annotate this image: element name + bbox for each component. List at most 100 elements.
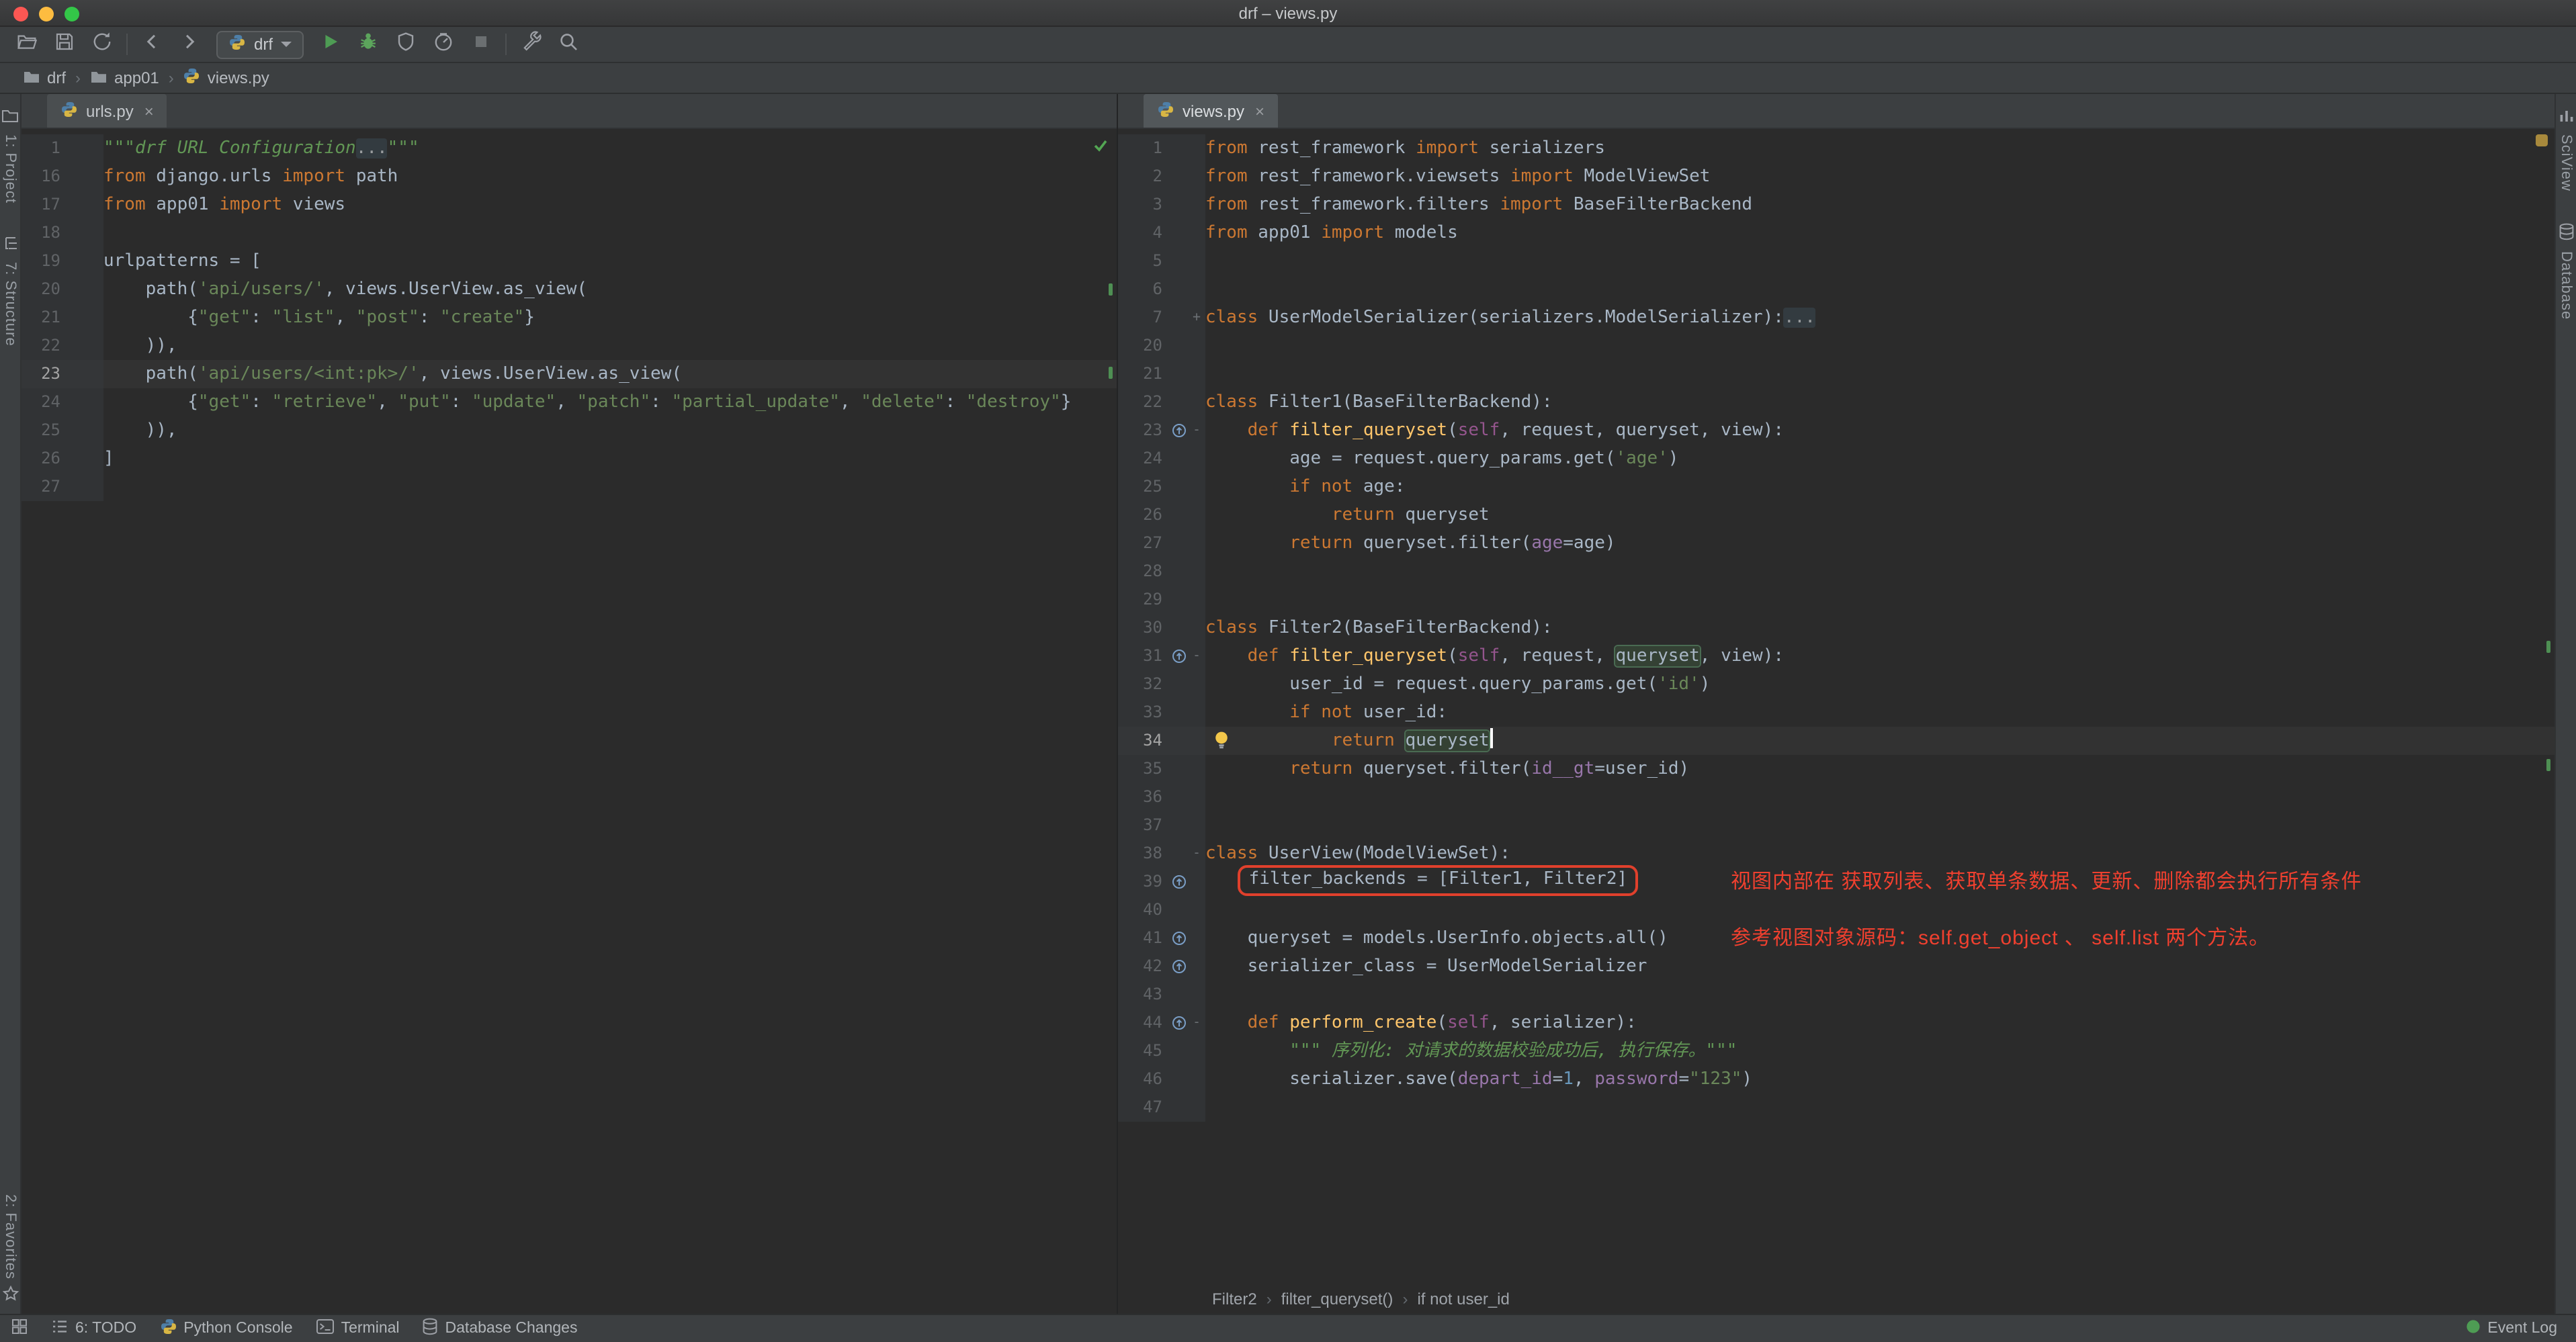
code-line[interactable]: 27 return queryset.filter(age=age)	[1118, 529, 2554, 557]
fold-icon[interactable]: -	[1188, 416, 1205, 445]
line-number[interactable]: 25	[22, 416, 67, 445]
minimize-window-button[interactable]	[39, 6, 54, 21]
close-window-button[interactable]	[13, 6, 28, 21]
code-line[interactable]: 44- def perform_create(self, serializer)…	[1118, 1009, 2554, 1037]
line-number[interactable]: 24	[1118, 445, 1169, 473]
line-number[interactable]: 27	[1118, 529, 1169, 557]
search-button[interactable]	[552, 28, 585, 60]
line-number[interactable]: 39	[1118, 868, 1169, 896]
line-number[interactable]: 32	[1118, 670, 1169, 699]
profiler-button[interactable]	[427, 28, 460, 60]
line-number[interactable]: 22	[22, 332, 67, 360]
code-line[interactable]: 25 if not age:	[1118, 473, 2554, 501]
line-number[interactable]: 34	[1118, 727, 1169, 755]
breadcrumb-item-drf[interactable]: drf	[19, 68, 70, 88]
code-editor-urls[interactable]: 1"""drf URL Configuration..."""16from dj…	[22, 129, 1117, 1314]
line-number[interactable]: 46	[1118, 1065, 1169, 1093]
code-line[interactable]: 7+class UserModelSerializer(serializers.…	[1118, 304, 2554, 332]
code-line[interactable]: 43	[1118, 981, 2554, 1009]
code-line[interactable]: 21 {"get": "list", "post": "create"}	[22, 304, 1117, 332]
code-line[interactable]: 31- def filter_queryset(self, request, q…	[1118, 642, 2554, 670]
settings-button[interactable]	[515, 28, 547, 60]
line-number[interactable]: 20	[22, 275, 67, 304]
close-icon[interactable]: ×	[144, 101, 154, 120]
run-button[interactable]	[314, 28, 347, 60]
save-button[interactable]	[48, 28, 81, 60]
status-item-database-changes[interactable]: Database Changes	[423, 1318, 578, 1339]
tab-views-py[interactable]: views.py ×	[1144, 94, 1278, 128]
code-line[interactable]: 38-class UserView(ModelViewSet):	[1118, 840, 2554, 868]
zoom-window-button[interactable]	[65, 6, 79, 21]
line-number[interactable]: 41	[1118, 924, 1169, 952]
status-item-todo[interactable]: 6: TODO	[51, 1318, 136, 1339]
coverage-button[interactable]	[390, 28, 422, 60]
line-number[interactable]: 22	[1118, 388, 1169, 416]
code-line[interactable]: 41 queryset = models.UserInfo.objects.al…	[1118, 924, 2554, 952]
code-line[interactable]: 3from rest_framework.filters import Base…	[1118, 191, 2554, 219]
code-line[interactable]: 26 return queryset	[1118, 501, 2554, 529]
close-icon[interactable]: ×	[1255, 101, 1264, 120]
line-number[interactable]: 21	[1118, 360, 1169, 388]
code-line[interactable]: 17from app01 import views	[22, 191, 1117, 219]
tool-window-switcher[interactable]	[11, 1318, 28, 1339]
status-item-terminal[interactable]: Terminal	[316, 1318, 400, 1339]
breadcrumb-item-views-py[interactable]: views.py	[179, 67, 273, 89]
tool-button-favorites[interactable]: 2: Favorites	[2, 1194, 18, 1306]
code-editor-views[interactable]: 1from rest_framework import serializers2…	[1118, 129, 2554, 1284]
code-line[interactable]: 46 serializer.save(depart_id=1, password…	[1118, 1065, 2554, 1093]
line-number[interactable]: 30	[1118, 614, 1169, 642]
code-line[interactable]: 1"""drf URL Configuration..."""	[22, 134, 1117, 163]
line-number[interactable]: 1	[22, 134, 67, 163]
code-line[interactable]: 39 filter_backends = [Filter1, Filter2]视…	[1118, 868, 2554, 896]
sync-button[interactable]	[86, 28, 118, 60]
back-button[interactable]	[136, 28, 168, 60]
code-line[interactable]: 23 path('api/users/<int:pk>/', views.Use…	[22, 360, 1117, 388]
code-line[interactable]: 35 return queryset.filter(id__gt=user_id…	[1118, 755, 2554, 783]
line-number[interactable]: 44	[1118, 1009, 1169, 1037]
tool-button-database[interactable]: Database	[2558, 224, 2574, 320]
line-number[interactable]: 42	[1118, 952, 1169, 981]
code-line[interactable]: 25 )),	[22, 416, 1117, 445]
status-item-python-console[interactable]: Python Console	[159, 1318, 292, 1339]
line-number[interactable]: 31	[1118, 642, 1169, 670]
forward-button[interactable]	[173, 28, 206, 60]
code-line[interactable]: 5	[1118, 247, 2554, 275]
line-number[interactable]: 2	[1118, 163, 1169, 191]
code-line[interactable]: 32 user_id = request.query_params.get('i…	[1118, 670, 2554, 699]
open-button[interactable]	[11, 28, 43, 60]
line-number[interactable]: 45	[1118, 1037, 1169, 1065]
line-number[interactable]: 24	[22, 388, 67, 416]
line-number[interactable]: 25	[1118, 473, 1169, 501]
line-number[interactable]: 35	[1118, 755, 1169, 783]
line-number[interactable]: 37	[1118, 811, 1169, 840]
editor-breadcrumb-item[interactable]: filter_queryset()	[1281, 1290, 1393, 1308]
code-line[interactable]: 16from django.urls import path	[22, 163, 1117, 191]
line-number[interactable]: 16	[22, 163, 67, 191]
fold-icon[interactable]: -	[1188, 1009, 1205, 1037]
line-number[interactable]: 26	[22, 445, 67, 473]
code-line[interactable]: 22class Filter1(BaseFilterBackend):	[1118, 388, 2554, 416]
line-number[interactable]: 27	[22, 473, 67, 501]
code-line[interactable]: 23- def filter_queryset(self, request, q…	[1118, 416, 2554, 445]
fold-icon[interactable]: -	[1188, 642, 1205, 670]
code-line[interactable]: 29	[1118, 586, 2554, 614]
code-line[interactable]: 42 serializer_class = UserModelSerialize…	[1118, 952, 2554, 981]
code-line[interactable]: 47	[1118, 1093, 2554, 1122]
line-number[interactable]: 40	[1118, 896, 1169, 924]
tool-button-project[interactable]: 1: Project	[1, 107, 19, 204]
tool-button-sciview[interactable]: SciView	[2558, 107, 2574, 191]
line-number[interactable]: 43	[1118, 981, 1169, 1009]
editor-breadcrumb-item[interactable]: Filter2	[1212, 1290, 1257, 1308]
code-line[interactable]: 28	[1118, 557, 2554, 586]
line-number[interactable]: 5	[1118, 247, 1169, 275]
code-line[interactable]: 45 """ 序列化: 对请求的数据校验成功后, 执行保存。"""	[1118, 1037, 2554, 1065]
line-number[interactable]: 21	[22, 304, 67, 332]
code-line[interactable]: 20	[1118, 332, 2554, 360]
line-number[interactable]: 1	[1118, 134, 1169, 163]
line-number[interactable]: 20	[1118, 332, 1169, 360]
code-line[interactable]: 33 if not user_id:	[1118, 699, 2554, 727]
code-line[interactable]: 18	[22, 219, 1117, 247]
line-number[interactable]: 4	[1118, 219, 1169, 247]
line-number[interactable]: 26	[1118, 501, 1169, 529]
line-number[interactable]: 17	[22, 191, 67, 219]
